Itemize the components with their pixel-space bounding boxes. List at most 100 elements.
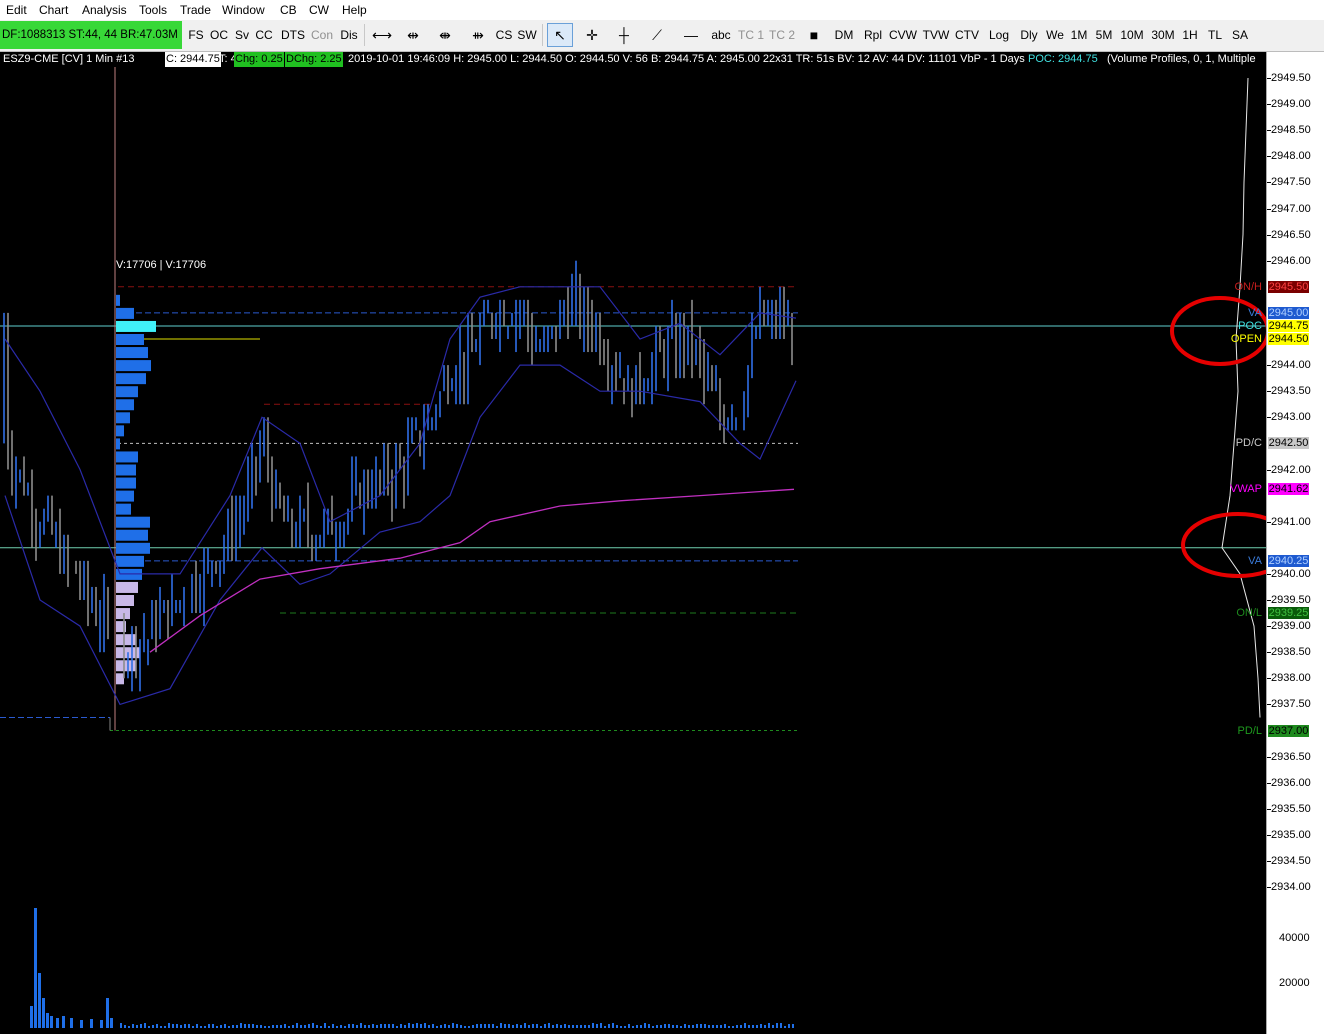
volume-bar (62, 1016, 65, 1028)
price-chart[interactable]: V:17706 | V:17706 ON/H VA POC OPEN PD/C VWAP V… (0, 67, 1266, 1034)
volume-bar (532, 1024, 534, 1028)
daily-button[interactable]: Dly (1016, 23, 1042, 47)
volume-bar (768, 1023, 770, 1028)
menu-help[interactable]: Help (342, 3, 367, 17)
volume-bar (756, 1025, 758, 1028)
dts-button[interactable]: DTS (280, 23, 306, 47)
cvw-button[interactable]: CVW (888, 23, 918, 47)
tvw-button[interactable]: TVW (921, 23, 951, 47)
menu-edit[interactable]: Edit (6, 3, 27, 17)
sw-button[interactable]: SW (516, 23, 538, 47)
volume-bar (176, 1024, 178, 1028)
sa-button[interactable]: SA (1229, 23, 1251, 47)
volume-bar (38, 973, 41, 1028)
ray-tool-icon[interactable]: — (676, 23, 706, 47)
volume-bar (420, 1024, 422, 1028)
price-tick-label: 2938.00 (1271, 672, 1311, 685)
volume-bar (560, 1025, 562, 1028)
volume-bar (456, 1024, 458, 1028)
5m-button[interactable]: 5M (1092, 23, 1116, 47)
horizontal-line-tool-icon[interactable]: ┼ (612, 23, 636, 47)
volume-bar (564, 1024, 566, 1028)
volume-bar (372, 1024, 374, 1028)
volume-bar (640, 1025, 642, 1028)
trendline-tool-icon[interactable]: ⟋ (645, 23, 669, 47)
volume-profile-bar (116, 581, 138, 593)
1h-button[interactable]: 1H (1179, 23, 1201, 47)
weekly-button[interactable]: We (1043, 23, 1067, 47)
volume-bar (780, 1023, 782, 1028)
volume-bar (42, 998, 45, 1028)
volume-bar (100, 1020, 103, 1028)
volume-bar (476, 1024, 478, 1028)
volume-profile-bar (116, 529, 148, 541)
data-feed-status[interactable]: DF:1088313 ST:44, 44 BR:47.03M (0, 21, 182, 49)
tl-button[interactable]: TL (1205, 23, 1225, 47)
level-price-tag: 2940.25 (1268, 554, 1309, 567)
level-price-tag: 2945.00 (1268, 306, 1309, 319)
menu-analysis[interactable]: Analysis (82, 3, 127, 17)
volume-bar (296, 1023, 298, 1028)
volume-bar (280, 1025, 282, 1028)
menu-trade[interactable]: Trade (180, 3, 211, 17)
sv-button[interactable]: Sv (232, 23, 252, 47)
menu-cb[interactable]: CB (280, 3, 297, 17)
volume-bar (568, 1025, 570, 1028)
10m-button[interactable]: 10M (1118, 23, 1146, 47)
volume-bar (536, 1024, 538, 1028)
volume-bar (232, 1025, 234, 1028)
volume-bar (288, 1026, 290, 1028)
oc-button[interactable]: OC (208, 23, 230, 47)
menu-cw[interactable]: CW (309, 3, 329, 17)
volume-profile-bar (116, 477, 136, 489)
volume-bar (248, 1024, 250, 1028)
menu-window[interactable]: Window (222, 3, 265, 17)
pointer-tool-icon[interactable]: ↖ (547, 23, 573, 47)
price-tick-mark (1267, 469, 1271, 471)
crosshair-icon[interactable]: ✛ (580, 23, 604, 47)
volume-bar (584, 1025, 586, 1028)
fs-button[interactable]: FS (186, 23, 206, 47)
log-button[interactable]: Log (986, 23, 1012, 47)
volume-bar (500, 1023, 502, 1028)
30m-button[interactable]: 30M (1149, 23, 1177, 47)
volume-bar (624, 1026, 626, 1028)
price-tick-label: 2935.00 (1271, 828, 1311, 841)
volume-profile-bar (116, 451, 138, 463)
volume-bar (604, 1026, 606, 1028)
price-tick-mark (1267, 652, 1271, 654)
price-axis[interactable]: 2949.50 2949.00 2948.50 2948.00 2947.50 2947.… (1266, 52, 1324, 1034)
1m-button[interactable]: 1M (1068, 23, 1090, 47)
tc2-button[interactable]: TC 2 (768, 23, 796, 47)
volume-bar (428, 1025, 430, 1028)
compress-bars-icon[interactable]: ⇼ (433, 23, 457, 47)
volume-profile-bar (116, 334, 144, 345)
menu-tools[interactable]: Tools (139, 3, 167, 17)
cc-button[interactable]: CC (253, 23, 275, 47)
text-tool-button[interactable]: abc (708, 23, 734, 47)
level-label: ON/L (1236, 607, 1262, 620)
rpl-button[interactable]: Rpl (861, 23, 885, 47)
scale-bars-icon[interactable]: ⇹ (401, 23, 425, 47)
volume-bar (148, 1026, 150, 1028)
stop-square-icon[interactable]: ■ (804, 23, 824, 47)
dm-button[interactable]: DM (831, 23, 857, 47)
tc1-button[interactable]: TC 1 (737, 23, 765, 47)
scale-horizontal-icon[interactable]: ⟷ (370, 23, 394, 47)
expand-bars-icon[interactable]: ⇻ (466, 23, 490, 47)
price-tick-label: 2947.00 (1271, 202, 1311, 215)
con-button[interactable]: Con (309, 23, 335, 47)
dis-button[interactable]: Dis (338, 23, 360, 47)
cs-button[interactable]: CS (494, 23, 514, 47)
volume-bar (204, 1026, 206, 1028)
volume-bar (240, 1023, 242, 1028)
ctv-button[interactable]: CTV (953, 23, 981, 47)
volume-profile-bar (116, 373, 146, 385)
volume-bar (220, 1025, 222, 1028)
volume-bar (792, 1024, 794, 1028)
menu-chart[interactable]: Chart (39, 3, 68, 17)
volume-bar (260, 1025, 262, 1028)
volume-bar (376, 1025, 378, 1028)
price-tick-mark (1267, 678, 1271, 680)
volume-bar (164, 1026, 166, 1028)
